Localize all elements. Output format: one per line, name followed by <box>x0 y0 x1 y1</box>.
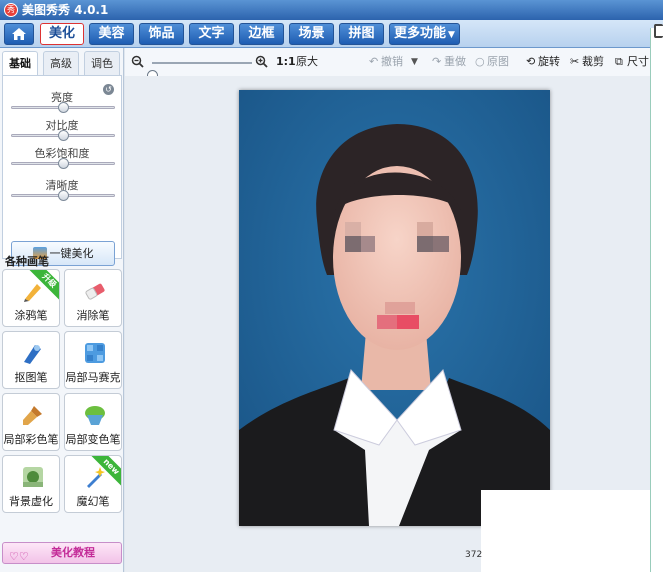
cutout-pen-icon <box>24 345 41 364</box>
adjustment-panel: ↺ 亮度 对比度 色彩饱和度 清晰度 一键美化 <box>2 75 122 266</box>
left-panel: 基础 高级 调色 ↺ 亮度 对比度 色彩饱和度 清晰度 一键美化 各种画笔 升级… <box>0 48 124 572</box>
subtab-color[interactable]: 调色 <box>84 51 120 75</box>
mosaic-brush-label: 局部马赛克 <box>65 371 121 384</box>
undo-button[interactable]: 撤销 <box>381 54 403 70</box>
eraser-brush-button[interactable]: 消除笔 <box>64 269 122 327</box>
title-bar: 秀 美图秀秀 4.0.1 <box>0 0 663 20</box>
local-color-brush-label: 局部彩色笔 <box>3 433 59 446</box>
background-blur-icon <box>23 467 43 487</box>
magic-brush-button[interactable]: new 魔幻笔 <box>64 455 122 513</box>
tab-beautify[interactable]: 美化 <box>40 23 84 45</box>
subtab-advanced[interactable]: 高级 <box>43 51 79 75</box>
one-click-beautify-label: 一键美化 <box>49 247 94 260</box>
original-size-button[interactable]: 原大 <box>296 54 318 70</box>
mosaic-brush-button[interactable]: 局部马赛克 <box>64 331 122 389</box>
local-recolor-brush-button[interactable]: 局部变色笔 <box>64 393 122 451</box>
canvas-corner-blank <box>481 490 650 572</box>
crop-scissors-icon[interactable]: ✂ <box>570 54 579 70</box>
magic-brush-label: 魔幻笔 <box>76 495 110 508</box>
paint-bucket-icon <box>85 406 105 425</box>
main-tab-bar: 美化 美容 饰品 文字 边框 场景 拼图 更多功能 ▼ <box>0 20 663 48</box>
app-window: 秀 美图秀秀 4.0.1 美化 美容 饰品 文字 边框 场景 拼图 更多功能 ▼ … <box>0 0 663 572</box>
tab-text[interactable]: 文字 <box>189 23 234 45</box>
ratio-1-1-button[interactable]: 1:1 <box>276 54 296 70</box>
zoom-out-icon[interactable] <box>131 55 144 68</box>
background-blur-button[interactable]: 背景虚化 <box>2 455 60 513</box>
rotate-button[interactable]: 旋转 <box>538 54 560 70</box>
local-recolor-brush-label: 局部变色笔 <box>65 433 121 446</box>
tab-more[interactable]: 更多功能 ▼ <box>389 23 460 45</box>
tab-makeup[interactable]: 美容 <box>89 23 134 45</box>
crop-button[interactable]: 裁剪 <box>582 54 604 70</box>
app-logo-icon: 秀 <box>4 3 18 17</box>
contrast-slider-thumb[interactable] <box>58 130 69 141</box>
background-blur-label: 背景虚化 <box>9 495 53 508</box>
original-image-icon[interactable]: ○ <box>475 54 485 70</box>
mosaic-icon <box>85 343 105 363</box>
right-panel-edge <box>650 28 663 572</box>
image-canvas[interactable]: 372 <box>125 76 650 572</box>
tutorial-label: 美化教程 <box>51 546 95 559</box>
chevron-down-icon: ▼ <box>448 30 455 40</box>
eraser-brush-label: 消除笔 <box>76 309 110 322</box>
tab-more-label: 更多功能 <box>394 26 447 41</box>
tab-accessories[interactable]: 饰品 <box>139 23 184 45</box>
subtab-basic[interactable]: 基础 <box>2 51 38 75</box>
redo-button[interactable]: 重做 <box>444 54 466 70</box>
image-size-status: 372 <box>465 550 483 560</box>
redo-icon[interactable]: ↷ <box>432 54 441 70</box>
doodle-brush-label: 涂鸦笔 <box>14 309 48 322</box>
tab-collage[interactable]: 拼图 <box>339 23 384 45</box>
saturation-slider[interactable] <box>11 158 115 169</box>
side-panel-toggle-icon[interactable] <box>654 24 663 38</box>
tutorial-icon: ♡♡ <box>9 550 29 563</box>
brightness-slider[interactable] <box>11 102 115 113</box>
portrait-photo <box>239 90 550 526</box>
tab-frame[interactable]: 边框 <box>239 23 284 45</box>
brush-section-title: 各种画笔 <box>5 255 49 268</box>
zoom-in-icon[interactable] <box>255 55 268 68</box>
brightness-slider-thumb[interactable] <box>58 102 69 113</box>
resize-button[interactable]: 尺寸 <box>627 54 649 70</box>
tutorial-button[interactable]: ♡♡ 美化教程 <box>2 542 122 564</box>
saturation-slider-thumb[interactable] <box>58 158 69 169</box>
edit-toolbar: 1:1 原大 ↶ 撤销 ▼ ↷ 重做 ○ 原图 ⟲ 旋转 ✂ 裁剪 ⧉ 尺寸 <box>125 48 650 81</box>
eraser-icon <box>85 283 105 300</box>
contrast-slider[interactable] <box>11 130 115 141</box>
doodle-brush-button[interactable]: 升级 涂鸦笔 <box>2 269 60 327</box>
home-icon <box>12 28 26 40</box>
window-title: 美图秀秀 4.0.1 <box>22 3 109 17</box>
resize-icon[interactable]: ⧉ <box>615 54 623 70</box>
tab-scene[interactable]: 场景 <box>289 23 334 45</box>
paint-brush-icon <box>23 406 42 425</box>
sharpness-slider[interactable] <box>11 190 115 201</box>
undo-dropdown-icon[interactable]: ▼ <box>411 54 418 70</box>
original-image-button[interactable]: 原图 <box>487 54 509 70</box>
home-button[interactable] <box>4 23 34 45</box>
local-color-brush-button[interactable]: 局部彩色笔 <box>2 393 60 451</box>
undo-icon[interactable]: ↶ <box>369 54 378 70</box>
rotate-icon[interactable]: ⟲ <box>526 54 535 70</box>
sharpness-slider-thumb[interactable] <box>58 190 69 201</box>
cutout-brush-button[interactable]: 抠图笔 <box>2 331 60 389</box>
zoom-slider[interactable] <box>147 62 252 81</box>
cutout-brush-label: 抠图笔 <box>14 371 48 384</box>
subtab-bar: 基础 高级 调色 <box>2 51 122 75</box>
